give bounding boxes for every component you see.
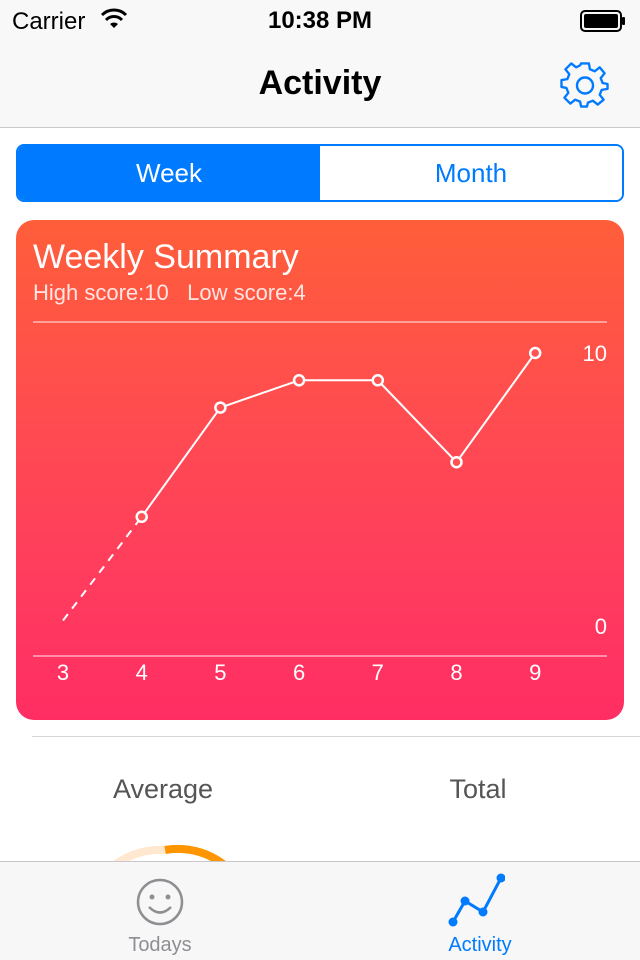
data-point — [292, 374, 306, 387]
smiley-icon — [136, 878, 184, 926]
page-title: Activity — [258, 64, 382, 102]
x-tick-label: 5 — [214, 660, 226, 685]
total-label: Total — [449, 774, 507, 804]
tab-bar: Todays Activity — [0, 861, 640, 960]
status-time: 10:38 PM — [267, 7, 373, 34]
x-tick-label: 7 — [372, 660, 384, 685]
data-point — [450, 455, 463, 469]
data-point — [371, 374, 385, 387]
weekly-summary-card: Weekly Summary High score:10 Low score:4… — [16, 220, 624, 720]
section-divider — [32, 736, 640, 737]
tab-activity[interactable]: Activity — [320, 862, 640, 960]
x-tick-label: 9 — [529, 660, 541, 685]
data-point — [214, 401, 227, 414]
status-bar: Carrier 10:38 PM — [0, 0, 640, 40]
dashed-lead-in-line — [62, 516, 143, 622]
navigation-bar: Activity — [0, 40, 640, 128]
line-chart-icon — [448, 873, 505, 927]
tab-activity-label: Activity — [448, 934, 512, 956]
weekly-line-chart: 3 4 5 6 7 8 9 10 0 — [33, 321, 607, 685]
data-point — [135, 510, 148, 524]
week-month-segmented-control: Week Month — [16, 144, 624, 202]
series-line — [140, 352, 537, 518]
tab-todays-label: Todays — [128, 934, 192, 956]
x-tick-label: 3 — [57, 660, 69, 685]
data-point — [528, 346, 542, 360]
x-tick-label: 6 — [293, 660, 305, 685]
average-label: Average — [112, 774, 214, 804]
segment-week[interactable]: Week — [18, 146, 320, 200]
tab-todays[interactable]: Todays — [0, 862, 320, 960]
segment-month[interactable]: Month — [320, 146, 622, 200]
x-tick-label: 4 — [136, 660, 148, 685]
y-tick-label: 10 — [583, 341, 607, 366]
battery-icon — [580, 10, 625, 32]
x-tick-label: 8 — [450, 660, 462, 685]
gear-icon[interactable] — [560, 60, 610, 110]
y-tick-label: 0 — [595, 614, 607, 639]
